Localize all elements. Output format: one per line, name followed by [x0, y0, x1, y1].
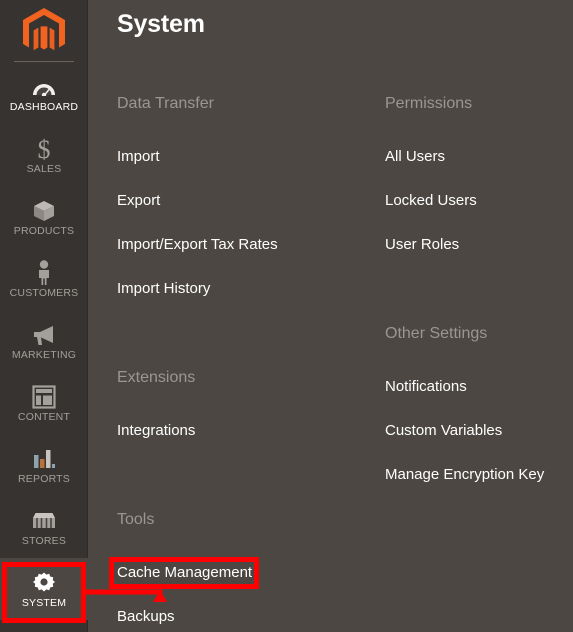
sidebar-item-content[interactable]: CONTENT	[0, 372, 88, 434]
sidebar-item-marketing[interactable]: MARKETING	[0, 310, 88, 372]
sidebar-item-label: CUSTOMERS	[9, 286, 79, 299]
menu-link-export[interactable]: Export	[117, 192, 160, 209]
menu-link-all-users[interactable]: All Users	[385, 148, 445, 165]
page-title: System	[117, 10, 205, 38]
products-box-icon	[32, 198, 56, 224]
sidebar-item-sales[interactable]: $ SALES	[0, 124, 88, 186]
sidebar-item-reports[interactable]: REPORTS	[0, 434, 88, 496]
magento-logo-icon[interactable]	[19, 6, 69, 63]
sidebar-item-label: STORES	[21, 534, 67, 547]
sidebar-item-system[interactable]: SYSTEM	[0, 558, 88, 620]
section-title-extensions: Extensions	[117, 369, 196, 386]
menu-link-notifications[interactable]: Notifications	[385, 378, 467, 395]
sidebar-item-customers[interactable]: CUSTOMERS	[0, 248, 88, 310]
sales-dollar-icon: $	[34, 136, 54, 162]
sidebar: DASHBOARD $ SALES PRODUCTS CUSTOMERS MAR…	[0, 0, 88, 632]
sidebar-item-label: REPORTS	[18, 472, 70, 485]
sidebar-item-label: SYSTEM	[21, 596, 67, 609]
menu-link-custom-variables[interactable]: Custom Variables	[385, 422, 502, 439]
menu-link-import[interactable]: Import	[117, 148, 160, 165]
customers-person-icon	[35, 260, 53, 286]
menu-link-locked-users[interactable]: Locked Users	[385, 192, 477, 209]
sidebar-item-label: MARKETING	[11, 348, 77, 361]
sidebar-item-dashboard[interactable]: DASHBOARD	[0, 62, 88, 124]
system-gear-icon	[32, 570, 56, 596]
menu-link-cache-management[interactable]: Cache Management	[117, 564, 252, 581]
sidebar-item-products[interactable]: PRODUCTS	[0, 186, 88, 248]
menu-link-import-history[interactable]: Import History	[117, 280, 210, 297]
svg-text:$: $	[38, 136, 51, 162]
menu-link-import-export-tax-rates[interactable]: Import/Export Tax Rates	[117, 236, 278, 253]
content-layout-icon	[32, 384, 56, 410]
sidebar-item-label: SALES	[26, 162, 62, 175]
marketing-megaphone-icon	[31, 322, 57, 348]
section-title-other-settings: Other Settings	[385, 325, 488, 342]
reports-barchart-icon	[32, 446, 56, 472]
logo-area[interactable]	[0, 0, 87, 62]
sidebar-item-stores[interactable]: STORES	[0, 496, 88, 558]
menu-link-manage-encryption-key[interactable]: Manage Encryption Key	[385, 466, 544, 483]
sidebar-item-label: CONTENT	[17, 410, 71, 423]
main-content: System Data Transfer Import Export Import/E…	[88, 0, 573, 632]
menu-link-integrations[interactable]: Integrations	[117, 422, 195, 439]
sidebar-item-label: DASHBOARD	[9, 100, 79, 113]
menu-link-backups[interactable]: Backups	[117, 608, 175, 625]
section-title-data-transfer: Data Transfer	[117, 95, 214, 112]
stores-shop-icon	[31, 508, 57, 534]
dashboard-gauge-icon	[31, 74, 57, 100]
sidebar-item-label: PRODUCTS	[13, 224, 75, 237]
menu-link-user-roles[interactable]: User Roles	[385, 236, 459, 253]
section-title-tools: Tools	[117, 511, 155, 528]
section-title-permissions: Permissions	[385, 95, 473, 112]
